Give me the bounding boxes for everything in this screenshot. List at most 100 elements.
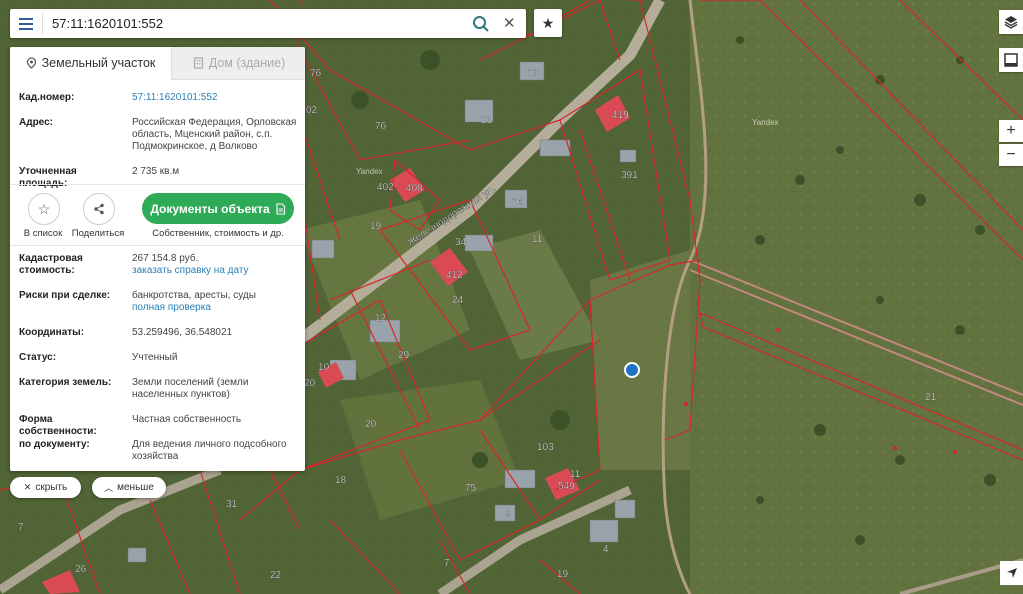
area-value: 2 735 кв.м xyxy=(132,166,180,177)
docs-button-label: Документы объекта xyxy=(150,201,270,216)
plot-label: 549 xyxy=(558,481,575,492)
close-icon: ✕ xyxy=(23,482,32,492)
plot-label: 31 xyxy=(226,499,238,510)
address-value: Российская Федерация, Орловская область,… xyxy=(132,117,297,152)
panel-tabs: Земельный участок Дом (здание) xyxy=(10,47,305,80)
document-icon xyxy=(276,202,285,215)
hide-label: скрыть xyxy=(35,482,68,493)
menu-button[interactable] xyxy=(10,9,42,38)
risks-value: банкротства, аресты, суды полная проверк… xyxy=(132,290,297,314)
search-icon[interactable] xyxy=(472,15,490,33)
cost-amount: 267 154.8 руб. xyxy=(132,253,199,264)
divider xyxy=(10,184,305,185)
search-divider xyxy=(42,13,43,34)
location-pin-icon xyxy=(26,57,36,69)
by-document-label: по документу: xyxy=(19,439,90,450)
hamburger-icon xyxy=(19,17,33,30)
tab-house-label: Дом (здание) xyxy=(208,56,286,70)
plus-icon: + xyxy=(1006,122,1016,139)
cadastral-cost-label: Кадастровая стоимость: xyxy=(19,253,83,276)
plot-label: 11 xyxy=(532,234,543,245)
building-icon xyxy=(193,57,203,69)
plot-label: 34 xyxy=(455,237,467,248)
plot-label: 22 xyxy=(270,570,282,581)
hide-panel-button[interactable]: ✕ скрыть xyxy=(10,477,81,498)
plot-label: 391 xyxy=(621,170,638,181)
plot-label: 23 xyxy=(528,68,540,79)
tab-land-plot-label: Земельный участок xyxy=(41,56,156,70)
layers-icon xyxy=(1004,16,1018,29)
plot-label: 26 xyxy=(75,564,87,575)
plot-label: 7 xyxy=(444,558,450,569)
yandex-watermark: Yandex xyxy=(752,118,779,127)
zoom-in-button[interactable]: + xyxy=(999,120,1023,142)
plot-label: 10 xyxy=(318,362,330,373)
plot-label: 19 xyxy=(370,221,382,232)
locate-button[interactable] xyxy=(1000,561,1023,585)
add-to-list-caption: В список xyxy=(23,228,63,239)
share-icon xyxy=(94,203,104,215)
collapse-panel-button[interactable]: ︿ меньше xyxy=(92,477,166,498)
star-outline-icon: ☆ xyxy=(37,200,51,217)
map-type-button[interactable] xyxy=(999,48,1023,72)
plot-label: 20 xyxy=(365,419,377,430)
plot-label: 76 xyxy=(310,68,322,79)
ownership-label: Форма собственности: xyxy=(19,414,97,437)
order-certificate-link[interactable]: заказать справку на дату xyxy=(132,265,249,276)
plot-label: 7 xyxy=(18,522,24,533)
minus-icon: − xyxy=(1006,146,1016,163)
share-button[interactable] xyxy=(83,193,115,225)
search-input[interactable]: 57:11:1620101:552 xyxy=(52,16,163,31)
plot-label: 12 xyxy=(375,313,387,324)
area-label: Уточненная площадь: xyxy=(19,166,77,189)
garden-patch xyxy=(590,250,690,470)
search-bar[interactable]: 57:11:1620101:552 ✕ xyxy=(10,9,526,38)
plot-label: 19 xyxy=(557,569,569,580)
land-category-value: Земли поселений (земли населенных пункто… xyxy=(132,377,249,400)
plot-label: 18 xyxy=(335,475,347,486)
selected-location-marker[interactable] xyxy=(624,362,640,378)
parcel-info-panel: Земельный участок Дом (здание) Кад.номер… xyxy=(10,47,305,471)
cadastral-cost-value: 267 154.8 руб. заказать справку на дату xyxy=(132,253,297,277)
docs-caption: Собственник, стоимость и др. xyxy=(152,228,284,239)
plot-label: 4 xyxy=(603,544,609,555)
plot-label: 21 xyxy=(481,115,493,126)
plot-label: 408 xyxy=(406,183,423,194)
coordinates-value: 53.259496, 36.548021 xyxy=(132,327,233,338)
plot-label: 29 xyxy=(398,350,410,361)
cadastral-number-link[interactable]: 57:11:1620101:552 xyxy=(132,92,297,104)
full-check-link[interactable]: полная проверка xyxy=(132,302,211,313)
plot-label: 412 xyxy=(446,270,463,281)
add-to-list-button[interactable]: ☆ xyxy=(28,193,60,225)
layers-button[interactable] xyxy=(999,10,1023,34)
tab-land-plot[interactable]: Земельный участок xyxy=(10,47,171,79)
cadastral-label: Кад.номер: xyxy=(19,92,75,103)
zoom-out-button[interactable]: − xyxy=(999,144,1023,166)
plot-label: 24 xyxy=(452,295,464,306)
tab-house[interactable]: Дом (здание) xyxy=(171,47,305,80)
plot-label: 402 xyxy=(377,182,394,193)
status-label: Статус: xyxy=(19,352,57,363)
plot-label: 11 xyxy=(570,469,581,480)
navigation-arrow-icon xyxy=(1006,568,1017,578)
star-icon: ★ xyxy=(541,14,555,31)
map-frame-icon xyxy=(1004,53,1018,67)
plot-label: 76 xyxy=(375,121,387,132)
risks-label: Риски при сделке: xyxy=(19,290,111,301)
yandex-watermark: Yandex xyxy=(356,167,383,176)
share-caption: Поделиться xyxy=(71,228,125,239)
by-document-value: Для ведения личного подсобного хозяйства xyxy=(132,439,287,462)
close-icon[interactable]: ✕ xyxy=(503,14,516,32)
plot-label: 419 xyxy=(612,110,629,121)
divider xyxy=(10,245,305,246)
coordinates-label: Координаты: xyxy=(19,327,85,338)
object-documents-button[interactable]: Документы объекта xyxy=(142,193,294,224)
plot-label: 103 xyxy=(537,442,554,453)
plot-label: 16 xyxy=(512,197,524,208)
ownership-value: Частная собственность xyxy=(132,414,242,425)
plot-label: 02 xyxy=(306,105,318,116)
plot-label: 20 xyxy=(304,378,316,389)
favorites-button[interactable]: ★ xyxy=(534,9,562,37)
less-label: меньше xyxy=(117,482,154,493)
plot-label: 9 xyxy=(506,509,512,520)
